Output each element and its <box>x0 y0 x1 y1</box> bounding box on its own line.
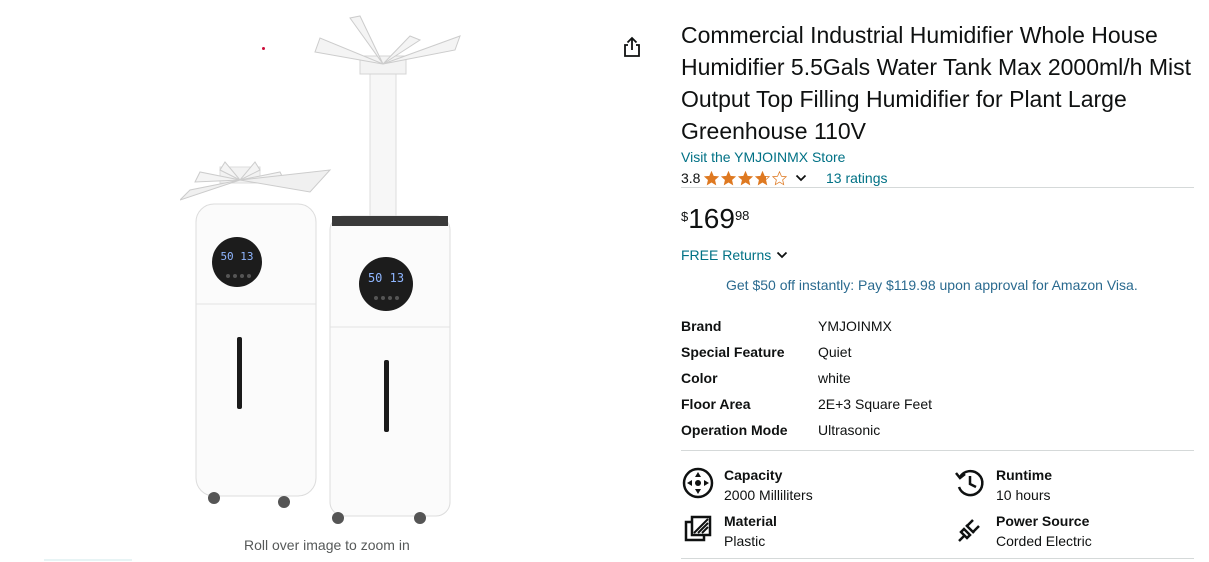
svg-text:50 13: 50 13 <box>220 250 253 263</box>
chevron-down-icon <box>777 251 788 259</box>
table-row: Special Feature Quiet <box>681 339 932 365</box>
table-row: Brand YMJOINMX <box>681 313 932 339</box>
chevron-down-icon <box>796 174 807 182</box>
feature-title: Capacity <box>724 467 783 483</box>
product-overview-table: Brand YMJOINMX Special Feature Quiet Col… <box>681 313 932 443</box>
share-button[interactable] <box>622 36 642 58</box>
feature-title: Material <box>724 513 777 529</box>
visa-promo-link[interactable]: Get $50 off instantly: Pay $119.98 upon … <box>726 277 1138 293</box>
capacity-icon <box>682 467 714 499</box>
store-link[interactable]: Visit the YMJOINMX Store <box>681 149 845 165</box>
spec-value: 2E+3 Square Feet <box>818 396 933 412</box>
feature-value: 2000 Milliliters <box>724 487 813 503</box>
free-returns-label: FREE Returns <box>681 247 772 263</box>
spec-key: Brand <box>681 318 722 334</box>
rating-popover-trigger[interactable]: 3.8 <box>681 169 807 187</box>
feature-value: Plastic <box>724 533 766 549</box>
product-image[interactable]: 50 13 50 13 <box>179 12 470 532</box>
feature-value: Corded Electric <box>996 533 1092 549</box>
svg-text:50 13: 50 13 <box>368 271 404 285</box>
feature-title: Runtime <box>996 467 1052 483</box>
star-partial-icon <box>755 170 771 185</box>
free-returns-link[interactable]: FREE Returns <box>681 247 788 263</box>
feature-material: Material Plastic <box>682 511 777 551</box>
feature-power-source: Power Source Corded Electric <box>954 511 1092 551</box>
divider <box>681 187 1194 188</box>
ratings-count-link[interactable]: 13 ratings <box>826 170 887 186</box>
divider <box>681 558 1194 559</box>
spec-value: YMJOINMX <box>818 318 892 334</box>
feature-capacity: Capacity 2000 Milliliters <box>682 465 813 505</box>
share-icon <box>624 36 640 57</box>
spec-key: Operation Mode <box>681 422 788 438</box>
star-rating <box>704 170 789 186</box>
rating-value: 3.8 <box>681 170 701 186</box>
spec-key: Floor Area <box>681 396 751 412</box>
divider <box>681 450 1194 451</box>
spec-value: Ultrasonic <box>818 422 881 438</box>
star-full-icon <box>721 170 737 185</box>
product-title: Commercial Industrial Humidifier Whole H… <box>681 22 1192 144</box>
price-symbol: $ <box>681 209 689 224</box>
star-full-icon <box>704 170 720 185</box>
star-full-icon <box>738 170 754 185</box>
feature-value: 10 hours <box>996 487 1051 503</box>
table-row: Operation Mode Ultrasonic <box>681 417 932 443</box>
spec-value: white <box>818 370 851 386</box>
spec-value: Quiet <box>818 344 852 360</box>
spec-key: Special Feature <box>681 344 785 360</box>
power-source-icon <box>958 519 980 542</box>
left-mist-nozzle <box>179 161 332 201</box>
price-whole: 169 <box>688 203 735 234</box>
thumbnail-indicator <box>44 559 132 561</box>
price: $ 169 98 <box>681 204 749 234</box>
image-marker-dot <box>262 47 265 50</box>
table-row: Floor Area 2E+3 Square Feet <box>681 391 932 417</box>
star-empty-icon <box>772 170 788 185</box>
price-fraction: 98 <box>734 208 750 223</box>
runtime-icon <box>955 469 984 497</box>
zoom-hint: Roll over image to zoom in <box>244 537 410 553</box>
table-row: Color white <box>681 365 932 391</box>
material-icon <box>684 515 712 542</box>
feature-runtime: Runtime 10 hours <box>954 465 1052 505</box>
feature-title: Power Source <box>996 513 1090 529</box>
spec-key: Color <box>681 370 718 386</box>
